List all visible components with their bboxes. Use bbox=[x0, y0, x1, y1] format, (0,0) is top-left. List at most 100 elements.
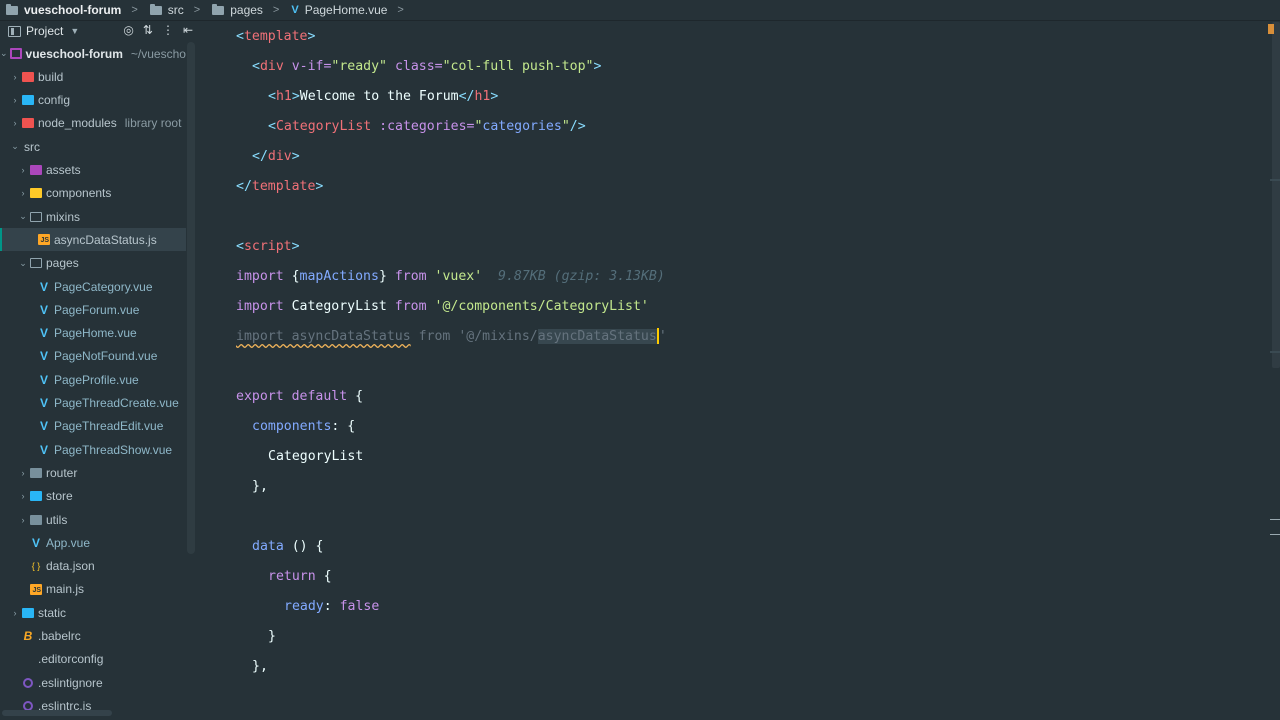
tree-item[interactable]: › static bbox=[0, 601, 186, 624]
tree-item[interactable]: ⌄ src bbox=[0, 135, 186, 158]
tree-item[interactable]: V PageForum.vue bbox=[0, 298, 186, 321]
hide-panel-icon[interactable]: ⇤ bbox=[183, 23, 193, 37]
chevron-right-icon[interactable]: › bbox=[18, 491, 28, 501]
code-line[interactable]: } bbox=[200, 622, 1280, 652]
tree-item[interactable]: V PageNotFound.vue bbox=[0, 345, 186, 368]
code-line[interactable] bbox=[200, 202, 1280, 232]
tree-item[interactable]: › store bbox=[0, 485, 186, 508]
code-line[interactable]: data () { bbox=[200, 532, 1280, 562]
chevron-right-icon[interactable]: › bbox=[10, 72, 20, 82]
vue-file-icon: V bbox=[31, 535, 40, 550]
tree-item[interactable]: B .babelrc bbox=[0, 625, 186, 648]
chevron-down-icon[interactable]: ⌄ bbox=[0, 48, 8, 59]
tree-item[interactable]: V PageThreadShow.vue bbox=[0, 438, 186, 461]
tree-item[interactable]: › router bbox=[0, 461, 186, 484]
code-line[interactable]: import {mapActions} from 'vuex' 9.87KB (… bbox=[200, 262, 1280, 292]
code-token: export default bbox=[236, 389, 356, 404]
chevron-right-icon[interactable]: › bbox=[18, 165, 28, 175]
code-token: '@/mixins/ bbox=[458, 329, 538, 344]
project-tree-horizontal-scrollbar[interactable] bbox=[2, 710, 112, 716]
code-token: template bbox=[243, 29, 308, 44]
code-line[interactable]: }, bbox=[200, 472, 1280, 502]
breadcrumb-item[interactable]: src > bbox=[144, 3, 206, 17]
tree-item[interactable]: V PageProfile.vue bbox=[0, 368, 186, 391]
code-line[interactable]: CategoryList bbox=[200, 442, 1280, 472]
chevron-right-icon[interactable]: › bbox=[18, 188, 28, 198]
project-view-selector[interactable]: Project bbox=[26, 24, 63, 38]
code-line[interactable]: </template> bbox=[200, 172, 1280, 202]
chevron-down-icon[interactable]: ⌄ bbox=[18, 258, 28, 269]
code-line[interactable] bbox=[200, 352, 1280, 382]
folder-root-icon bbox=[9, 48, 22, 59]
tree-item[interactable]: V PageThreadEdit.vue bbox=[0, 415, 186, 438]
tree-item[interactable]: ⌄ mixins bbox=[0, 205, 186, 228]
chevron-down-icon[interactable]: ⌄ bbox=[18, 211, 28, 222]
code-token: false bbox=[339, 599, 380, 614]
breadcrumb-item[interactable]: pages > bbox=[206, 3, 285, 17]
tree-item[interactable]: › components bbox=[0, 182, 186, 205]
code-line[interactable]: import asyncDataStatus from '@/mixins/as… bbox=[200, 322, 1280, 352]
tree-item[interactable]: JS asyncDataStatus.js bbox=[0, 228, 186, 252]
code-token: mapActions bbox=[299, 269, 379, 284]
chevron-right-icon[interactable]: › bbox=[18, 468, 28, 478]
code-line[interactable]: }, bbox=[200, 652, 1280, 682]
project-tree-scrollbar[interactable] bbox=[187, 42, 195, 554]
tree-item-label: utils bbox=[46, 512, 68, 527]
code-line[interactable]: return { bbox=[200, 562, 1280, 592]
vue-file-icon: V bbox=[39, 302, 48, 317]
chevron-down-icon[interactable]: ▼ bbox=[70, 26, 79, 36]
tree-item-label: .babelrc bbox=[38, 629, 81, 643]
code-token: import asyncDataStatus bbox=[236, 329, 411, 344]
chevron-right-icon[interactable]: › bbox=[10, 118, 20, 128]
chevron-right-icon[interactable]: › bbox=[10, 608, 20, 618]
code-line[interactable]: <h1>Welcome to the Forum</h1> bbox=[200, 82, 1280, 112]
tree-item[interactable]: › config bbox=[0, 89, 186, 112]
code-token: '@/components/CategoryList' bbox=[434, 299, 649, 314]
tree-item[interactable]: ⌄ vueschool-forum ~/vueschool bbox=[0, 42, 186, 65]
more-icon[interactable]: ⋮ bbox=[162, 23, 174, 37]
folder-icon bbox=[212, 3, 225, 15]
breadcrumb-item[interactable]: V PageHome.vue > bbox=[285, 3, 410, 17]
code-line[interactable]: <div v-if="ready" class="col-full push-t… bbox=[200, 52, 1280, 82]
stripe-marker bbox=[1270, 351, 1280, 353]
code-line[interactable]: <script> bbox=[200, 232, 1280, 262]
tree-item[interactable]: { } data.json bbox=[0, 555, 186, 578]
code-token: </ bbox=[458, 89, 475, 104]
tree-item[interactable]: V PageCategory.vue bbox=[0, 275, 186, 298]
code-token: { bbox=[323, 569, 332, 584]
target-icon[interactable]: ◎ bbox=[123, 23, 133, 37]
tree-item[interactable]: V App.vue bbox=[0, 531, 186, 554]
tree-item[interactable]: ⌄ pages bbox=[0, 252, 186, 275]
tree-item-label: PageForum.vue bbox=[54, 302, 140, 317]
chevron-down-icon[interactable]: ⌄ bbox=[10, 141, 20, 152]
tree-item[interactable]: .editorconfig bbox=[0, 648, 186, 671]
chevron-right-icon[interactable]: › bbox=[18, 515, 28, 525]
code-line[interactable]: components: { bbox=[200, 412, 1280, 442]
code-token: asyncDataStatus bbox=[537, 329, 657, 344]
code-line[interactable]: export default { bbox=[200, 382, 1280, 412]
breadcrumb-item[interactable]: vueschool-forum > bbox=[0, 3, 144, 17]
code-line[interactable]: ready: false bbox=[200, 592, 1280, 622]
tree-item[interactable]: › build bbox=[0, 65, 186, 88]
tree-item[interactable]: › utils bbox=[0, 508, 186, 531]
js-file-icon: JS bbox=[38, 234, 50, 246]
code-line[interactable]: <CategoryList :categories="categories"/> bbox=[200, 112, 1280, 142]
tree-item[interactable]: JS main.js bbox=[0, 578, 186, 601]
tree-item-label: App.vue bbox=[46, 535, 91, 550]
tree-item[interactable]: › node_modules library root bbox=[0, 112, 186, 135]
tree-item[interactable]: › assets bbox=[0, 159, 186, 182]
code-line[interactable]: import CategoryList from '@/components/C… bbox=[200, 292, 1280, 322]
tree-item[interactable]: V PageThreadCreate.vue bbox=[0, 392, 186, 415]
code-token: components bbox=[252, 419, 332, 434]
code-line[interactable]: <template> bbox=[200, 22, 1280, 52]
tree-item-label: PageCategory.vue bbox=[54, 279, 153, 294]
tree-item[interactable]: .eslintignore bbox=[0, 671, 186, 694]
code-token: </ bbox=[252, 149, 268, 164]
collapse-icon[interactable]: ⇅ bbox=[143, 23, 153, 37]
warning-marker[interactable] bbox=[1268, 24, 1274, 34]
code-line[interactable]: </div> bbox=[200, 142, 1280, 172]
code-line[interactable] bbox=[200, 502, 1280, 532]
code-editor[interactable]: <template> <div v-if="ready" class="col-f… bbox=[200, 22, 1266, 720]
tree-item[interactable]: V PageHome.vue bbox=[0, 322, 186, 345]
chevron-right-icon[interactable]: › bbox=[10, 95, 20, 105]
